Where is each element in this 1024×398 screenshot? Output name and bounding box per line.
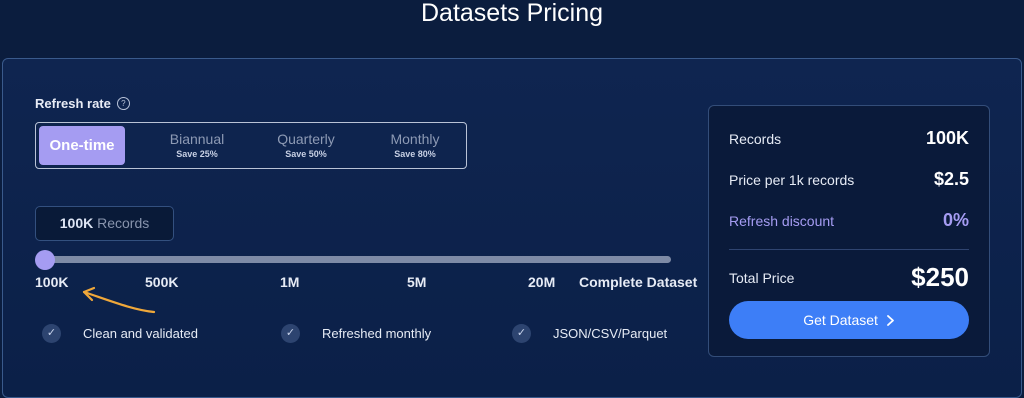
summary-price-label: Price per 1k records <box>729 171 855 188</box>
page-title: Datasets Pricing <box>420 0 604 27</box>
summary-row-price: Price per 1k records $2.5 <box>729 169 969 190</box>
summary-discount-value: 0% <box>942 210 969 230</box>
info-icon[interactable]: ? <box>116 97 130 110</box>
records-slider-track[interactable] <box>40 256 671 263</box>
feature-label: Clean and validated <box>83 326 198 341</box>
refresh-rate-label: Refresh rate <box>35 96 111 111</box>
checkmark-icon: ✓ <box>512 324 531 343</box>
records-count-value: 100K <box>59 215 94 231</box>
total-price-value: $250 <box>911 262 969 292</box>
refresh-rate-tabs: One-time Biannual Save 25% Quarterly Sav… <box>35 122 467 169</box>
get-dataset-label: Get Dataset <box>803 312 878 328</box>
summary-divider <box>729 249 969 250</box>
checkmark-icon: ✓ <box>281 324 300 343</box>
tab-one-time[interactable]: One-time <box>39 126 125 165</box>
tab-biannual[interactable]: Biannual Save 25% <box>154 126 240 165</box>
tab-monthly[interactable]: Monthly Save 80% <box>372 126 458 165</box>
tab-quarterly-label: Quarterly <box>277 131 335 147</box>
summary-row-total: Total Price $250 <box>729 262 969 293</box>
records-slider-thumb[interactable] <box>35 250 55 270</box>
slider-tick-20m[interactable]: 20M <box>528 274 555 290</box>
records-count-display: 100K Records <box>35 206 174 241</box>
feature-formats: ✓ JSON/CSV/Parquet <box>512 324 667 343</box>
records-count-unit: Records <box>97 215 150 231</box>
summary-row-records: Records 100K <box>729 128 969 149</box>
refresh-rate-heading: Refresh rate ? <box>35 96 130 111</box>
checkmark-icon: ✓ <box>42 324 61 343</box>
slider-tick-100k[interactable]: 100K <box>35 274 68 290</box>
slider-tick-5m[interactable]: 5M <box>407 274 426 290</box>
tab-monthly-savings: Save 80% <box>394 149 436 159</box>
summary-discount-label: Refresh discount <box>729 212 835 229</box>
summary-price-value: $2.5 <box>933 169 969 189</box>
tab-monthly-label: Monthly <box>390 131 440 147</box>
feature-refreshed-monthly: ✓ Refreshed monthly <box>281 324 431 343</box>
feature-label: Refreshed monthly <box>322 326 432 341</box>
slider-tick-complete-dataset[interactable]: Complete Dataset <box>579 274 697 290</box>
summary-records-label: Records <box>729 130 782 147</box>
slider-tick-1m[interactable]: 1M <box>280 274 299 290</box>
tab-one-time-label: One-time <box>49 137 115 154</box>
feature-label: JSON/CSV/Parquet <box>553 326 668 341</box>
get-dataset-button[interactable]: Get Dataset <box>729 301 969 339</box>
annotation-arrow-icon <box>82 286 156 314</box>
tab-biannual-label: Biannual <box>169 131 225 147</box>
summary-records-value: 100K <box>925 128 969 148</box>
feature-clean-validated: ✓ Clean and validated <box>42 324 198 343</box>
summary-row-discount: Refresh discount 0% <box>729 210 969 231</box>
tab-quarterly-savings: Save 50% <box>285 149 327 159</box>
chevron-right-icon <box>886 315 894 326</box>
price-summary-panel: Records 100K Price per 1k records $2.5 R… <box>708 105 990 357</box>
tab-biannual-savings: Save 25% <box>176 149 218 159</box>
total-price-label: Total Price <box>729 269 795 286</box>
tab-quarterly[interactable]: Quarterly Save 50% <box>263 126 349 165</box>
